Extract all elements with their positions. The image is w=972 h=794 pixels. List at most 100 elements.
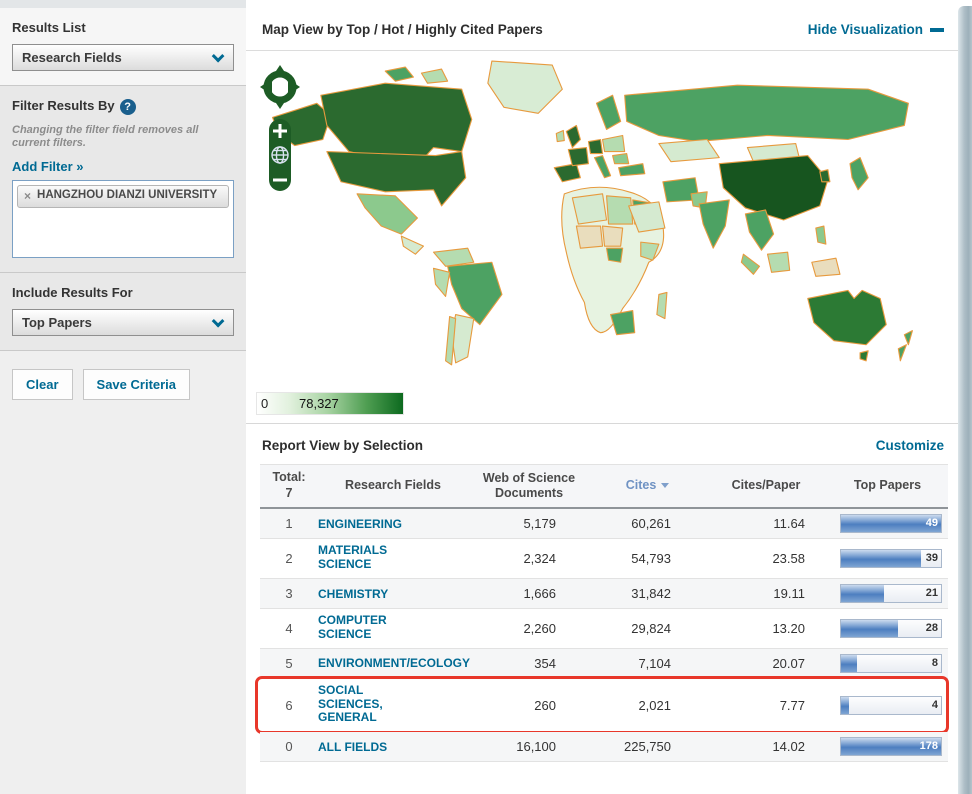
table-header-row: Total: 7 Research Fields Web of Science … — [260, 464, 948, 509]
col-cites-label: Cites — [626, 478, 657, 493]
cites-value: 2,021 — [590, 698, 705, 713]
top-papers-bar: 178 — [840, 737, 942, 756]
include-results-dropdown-value: Top Papers — [22, 315, 92, 330]
sidebar-buttons: Clear Save Criteria — [0, 351, 246, 418]
top-papers-bar: 49 — [840, 514, 942, 533]
total-value: 7 — [260, 486, 318, 502]
col-cites-sort[interactable]: Cites — [590, 478, 705, 493]
cites-per-paper-value: 19.11 — [705, 586, 827, 601]
include-results-dropdown[interactable]: Top Papers — [12, 309, 234, 336]
research-field-link[interactable]: SOCIAL SCIENCES, GENERAL — [318, 684, 420, 725]
top-papers-bar: 8 — [840, 654, 942, 673]
table-row: 1ENGINEERING5,17960,26111.6449 — [260, 509, 948, 539]
report-title: Report View by Selection — [262, 438, 423, 453]
filter-section: Filter Results By? Changing the filter f… — [0, 86, 246, 273]
include-results-section: Include Results For Top Papers — [0, 273, 246, 351]
filter-tag: × HANGZHOU DIANZI UNIVERSITY — [17, 185, 229, 208]
table-row: 4COMPUTER SCIENCE2,26029,82413.2028 — [260, 609, 948, 649]
map-header: Map View by Top / Hot / Highly Cited Pap… — [246, 0, 958, 51]
cites-per-paper-value: 23.58 — [705, 551, 827, 566]
row-rank: 5 — [260, 656, 318, 671]
add-filter-link[interactable]: Add Filter » — [12, 159, 84, 174]
remove-filter-icon[interactable]: × — [24, 189, 31, 203]
row-rank: 1 — [260, 516, 318, 531]
research-field-link[interactable]: CHEMISTRY — [318, 588, 420, 602]
row-field-cell: CHEMISTRY — [318, 585, 468, 603]
map-title: Map View by Top / Hot / Highly Cited Pap… — [262, 22, 543, 37]
cites-value: 31,842 — [590, 586, 705, 601]
filter-note: Changing the filter field removes all cu… — [12, 124, 234, 152]
report-table: Total: 7 Research Fields Web of Science … — [260, 464, 948, 762]
table-row: 5ENVIRONMENT/ECOLOGY3547,10420.078 — [260, 649, 948, 679]
documents-value: 2,260 — [468, 621, 590, 636]
research-field-link[interactable]: ENVIRONMENT/ECOLOGY — [318, 657, 420, 671]
cites-per-paper-value: 7.77 — [705, 698, 827, 713]
research-field-link[interactable]: ENGINEERING — [318, 518, 420, 532]
hide-visualization-link[interactable]: Hide Visualization — [808, 22, 944, 37]
customize-link[interactable]: Customize — [876, 438, 944, 453]
help-icon[interactable]: ? — [120, 99, 136, 115]
chevron-down-icon — [212, 50, 225, 63]
documents-value: 354 — [468, 656, 590, 671]
documents-value: 16,100 — [468, 739, 590, 754]
table-row: 6SOCIAL SCIENCES, GENERAL 2602,0217.77 4 — [260, 679, 948, 733]
documents-value: 2,324 — [468, 551, 590, 566]
cites-per-paper-value: 20.07 — [705, 656, 827, 671]
top-papers-bar: 28 — [840, 619, 942, 638]
col-documents: Web of Science Documents — [468, 471, 590, 501]
research-field-link[interactable]: COMPUTER SCIENCE — [318, 614, 420, 642]
page-edge-scroll-strip[interactable] — [958, 6, 972, 794]
hide-visualization-label: Hide Visualization — [808, 22, 923, 37]
top-papers-cell: 8 — [827, 654, 948, 673]
total-label: Total: — [260, 470, 318, 486]
results-list-dropdown-value: Research Fields — [22, 50, 122, 65]
row-rank: 4 — [260, 621, 318, 636]
documents-value: 5,179 — [468, 516, 590, 531]
pan-up-arrow — [272, 65, 288, 77]
results-list-dropdown[interactable]: Research Fields — [12, 44, 234, 71]
top-papers-value: 178 — [920, 740, 938, 752]
row-rank: 0 — [260, 739, 318, 754]
pan-arrows-icon — [260, 65, 300, 109]
top-papers-value: 49 — [926, 517, 938, 529]
cites-value: 225,750 — [590, 739, 705, 754]
row-rank: 6 — [260, 698, 318, 713]
legend-min-value: 0 — [261, 396, 268, 411]
top-papers-bar: 4 — [840, 696, 942, 715]
row-field-cell: ALL FIELDS — [318, 738, 468, 756]
table-row: 2MATERIALS SCIENCE2,32454,79323.5839 — [260, 539, 948, 579]
top-papers-cell: 49 — [827, 514, 948, 533]
documents-value: 260 — [468, 698, 590, 713]
legend-max-value: 78,327 — [299, 396, 339, 411]
table-row: 3CHEMISTRY1,66631,84219.1121 — [260, 579, 948, 609]
clear-button[interactable]: Clear — [12, 369, 73, 400]
top-papers-cell: 39 — [827, 549, 948, 568]
filter-heading-label: Filter Results By — [12, 98, 115, 113]
filter-box: × HANGZHOU DIANZI UNIVERSITY — [12, 180, 234, 258]
world-map[interactable] — [264, 55, 929, 387]
report-header: Report View by Selection Customize — [246, 423, 958, 464]
map-controls — [258, 63, 302, 195]
results-list-section: Results List Research Fields — [0, 8, 246, 86]
sort-descending-icon — [661, 483, 669, 488]
top-papers-value: 8 — [932, 657, 938, 669]
filter-tag-label: HANGZHOU DIANZI UNIVERSITY — [37, 189, 217, 203]
row-field-cell: COMPUTER SCIENCE — [318, 614, 468, 643]
top-papers-value: 28 — [926, 622, 938, 634]
sidebar: Results List Research Fields Filter Resu… — [0, 0, 246, 794]
save-criteria-button[interactable]: Save Criteria — [83, 369, 191, 400]
top-papers-bar: 39 — [840, 549, 942, 568]
top-papers-value: 21 — [926, 587, 938, 599]
filter-heading: Filter Results By? — [12, 98, 234, 115]
top-papers-cell: 4 — [827, 696, 948, 715]
col-top-papers: Top Papers — [827, 478, 948, 493]
research-field-link[interactable]: ALL FIELDS — [318, 741, 420, 755]
top-papers-bar: 21 — [840, 584, 942, 603]
top-papers-value: 39 — [926, 552, 938, 564]
top-papers-cell: 28 — [827, 619, 948, 638]
research-field-link[interactable]: MATERIALS SCIENCE — [318, 544, 420, 572]
table-body: 1ENGINEERING5,17960,26111.64492MATERIALS… — [260, 509, 948, 762]
include-results-heading: Include Results For — [12, 285, 234, 300]
cites-value: 54,793 — [590, 551, 705, 566]
cites-per-paper-value: 11.64 — [705, 516, 827, 531]
